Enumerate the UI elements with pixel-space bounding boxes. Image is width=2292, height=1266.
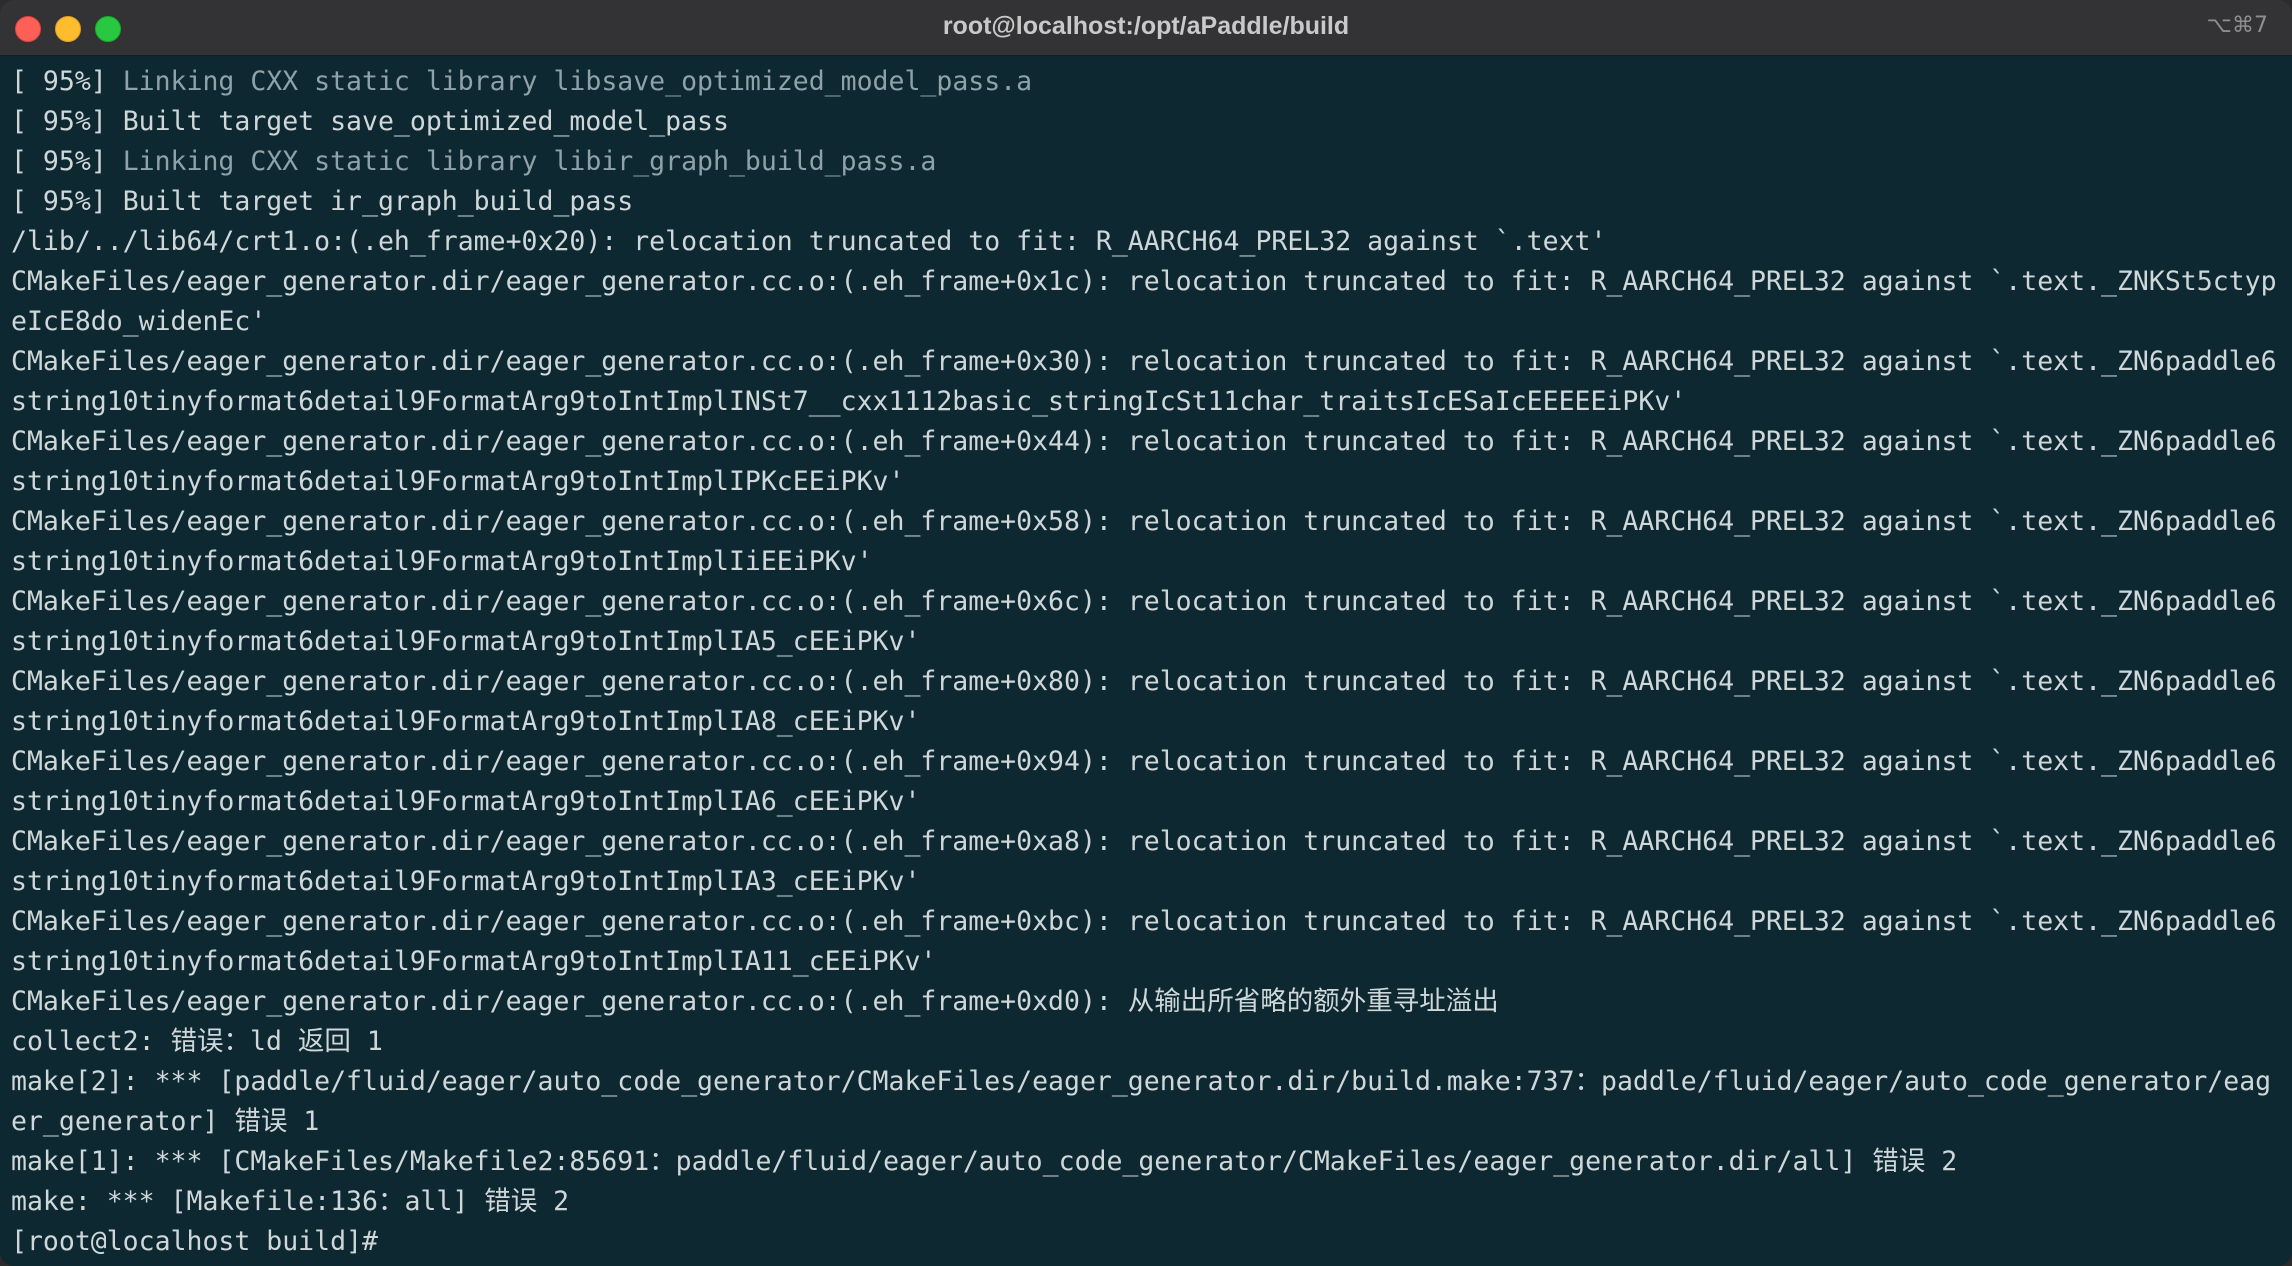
terminal-line: collect2: 错误：ld 返回 1 xyxy=(11,1022,2286,1062)
terminal-line-text: Linking CXX static library libsave_optim… xyxy=(122,66,1033,97)
terminal-line-text: CMakeFiles/eager_generator.dir/eager_gen… xyxy=(11,346,2277,377)
terminal-line-text: make[1]: *** [CMakeFiles/Makefile2:85691… xyxy=(11,1146,1958,1177)
terminal-line-text: collect2: 错误：ld 返回 1 xyxy=(11,1026,383,1057)
terminal-line-text: CMakeFiles/eager_generator.dir/eager_gen… xyxy=(11,986,1499,1017)
terminal-line-text: Built target save_optimized_model_pass xyxy=(122,106,729,137)
terminal-output[interactable]: [ 95%] Linking CXX static library libsav… xyxy=(11,62,2286,1262)
terminal-line: CMakeFiles/eager_generator.dir/eager_gen… xyxy=(11,502,2286,542)
terminal-line-text: /lib/../lib64/crt1.o:(.eh_frame+0x20): r… xyxy=(11,226,1607,257)
terminal-line-text: CMakeFiles/eager_generator.dir/eager_gen… xyxy=(11,906,2277,937)
terminal-line-text: CMakeFiles/eager_generator.dir/eager_gen… xyxy=(11,746,2277,777)
terminal-line: CMakeFiles/eager_generator.dir/eager_gen… xyxy=(11,902,2286,942)
terminal-line: /lib/../lib64/crt1.o:(.eh_frame+0x20): r… xyxy=(11,222,2286,262)
terminal-line-text: string10tinyformat6detail9FormatArg9toIn… xyxy=(11,626,921,657)
terminal-line: string10tinyformat6detail9FormatArg9toIn… xyxy=(11,382,2286,422)
terminal-line: make[1]: *** [CMakeFiles/Makefile2:85691… xyxy=(11,1142,2286,1182)
terminal-line: CMakeFiles/eager_generator.dir/eager_gen… xyxy=(11,342,2286,382)
terminal-line-text: string10tinyformat6detail9FormatArg9toIn… xyxy=(11,546,873,577)
terminal-line-text: string10tinyformat6detail9FormatArg9toIn… xyxy=(11,466,905,497)
terminal-line-text: CMakeFiles/eager_generator.dir/eager_gen… xyxy=(11,666,2277,697)
terminal-line-text: er_generator] 错误 1 xyxy=(11,1106,320,1137)
text-cursor xyxy=(394,1226,408,1256)
build-progress: [ 95%] xyxy=(11,106,123,137)
build-progress: [ 95%] xyxy=(11,66,123,97)
terminal-line: CMakeFiles/eager_generator.dir/eager_gen… xyxy=(11,982,2286,1022)
terminal-line: string10tinyformat6detail9FormatArg9toIn… xyxy=(11,622,2286,662)
terminal-line: string10tinyformat6detail9FormatArg9toIn… xyxy=(11,462,2286,502)
build-progress: [ 95%] xyxy=(11,146,123,177)
terminal-line-text: CMakeFiles/eager_generator.dir/eager_gen… xyxy=(11,266,2277,297)
terminal-window: root@localhost:/opt/aPaddle/build ⌥⌘7 [ … xyxy=(0,0,2292,1266)
terminal-line: string10tinyformat6detail9FormatArg9toIn… xyxy=(11,542,2286,582)
terminal-line: CMakeFiles/eager_generator.dir/eager_gen… xyxy=(11,742,2286,782)
window-title: root@localhost:/opt/aPaddle/build xyxy=(942,12,1350,40)
prompt-line[interactable]: [root@localhost build]# xyxy=(11,1222,2286,1262)
terminal-line-text: string10tinyformat6detail9FormatArg9toIn… xyxy=(11,706,921,737)
terminal-line: CMakeFiles/eager_generator.dir/eager_gen… xyxy=(11,582,2286,622)
terminal-line-text: CMakeFiles/eager_generator.dir/eager_gen… xyxy=(11,506,2277,537)
terminal-line: [ 95%] Built target save_optimized_model… xyxy=(11,102,2286,142)
terminal-line-text: CMakeFiles/eager_generator.dir/eager_gen… xyxy=(11,826,2277,857)
terminal-line: [ 95%] Linking CXX static library libir_… xyxy=(11,142,2286,182)
terminal-line-text: CMakeFiles/eager_generator.dir/eager_gen… xyxy=(11,586,2277,617)
terminal-line: er_generator] 错误 1 xyxy=(11,1102,2286,1142)
terminal-line: [ 95%] Linking CXX static library libsav… xyxy=(11,62,2286,102)
terminal-line-text: eIcE8do_widenEc' xyxy=(11,306,267,337)
terminal-line: eIcE8do_widenEc' xyxy=(11,302,2286,342)
terminal-line: string10tinyformat6detail9FormatArg9toIn… xyxy=(11,942,2286,982)
shell-prompt: [root@localhost build]# xyxy=(11,1226,394,1257)
terminal-line: string10tinyformat6detail9FormatArg9toIn… xyxy=(11,782,2286,822)
terminal-line: CMakeFiles/eager_generator.dir/eager_gen… xyxy=(11,662,2286,702)
terminal-line: CMakeFiles/eager_generator.dir/eager_gen… xyxy=(11,262,2286,302)
terminal-line-text: string10tinyformat6detail9FormatArg9toIn… xyxy=(11,866,921,897)
terminal-line: [ 95%] Built target ir_graph_build_pass xyxy=(11,182,2286,222)
terminal-line: CMakeFiles/eager_generator.dir/eager_gen… xyxy=(11,822,2286,862)
build-progress: [ 95%] xyxy=(11,186,123,217)
terminal-line-text: make[2]: *** [paddle/fluid/eager/auto_co… xyxy=(11,1066,2272,1097)
terminal-line: string10tinyformat6detail9FormatArg9toIn… xyxy=(11,702,2286,742)
terminal-line-text: Built target ir_graph_build_pass xyxy=(122,186,634,217)
terminal-line: make[2]: *** [paddle/fluid/eager/auto_co… xyxy=(11,1062,2286,1102)
terminal-line: make: *** [Makefile:136：all] 错误 2 xyxy=(11,1182,2286,1222)
window-shortcut: ⌥⌘7 xyxy=(2206,13,2268,38)
terminal-line: string10tinyformat6detail9FormatArg9toIn… xyxy=(11,862,2286,902)
terminal-line-text: string10tinyformat6detail9FormatArg9toIn… xyxy=(11,786,921,817)
terminal-line-text: string10tinyformat6detail9FormatArg9toIn… xyxy=(11,386,1687,417)
title-bar: root@localhost:/opt/aPaddle/build ⌥⌘7 xyxy=(0,0,2292,56)
terminal-line-text: CMakeFiles/eager_generator.dir/eager_gen… xyxy=(11,426,2277,457)
terminal-line: CMakeFiles/eager_generator.dir/eager_gen… xyxy=(11,422,2286,462)
terminal-line-text: Linking CXX static library libir_graph_b… xyxy=(122,146,937,177)
terminal-line-text: make: *** [Makefile:136：all] 错误 2 xyxy=(11,1186,570,1217)
terminal-line-text: string10tinyformat6detail9FormatArg9toIn… xyxy=(11,946,937,977)
